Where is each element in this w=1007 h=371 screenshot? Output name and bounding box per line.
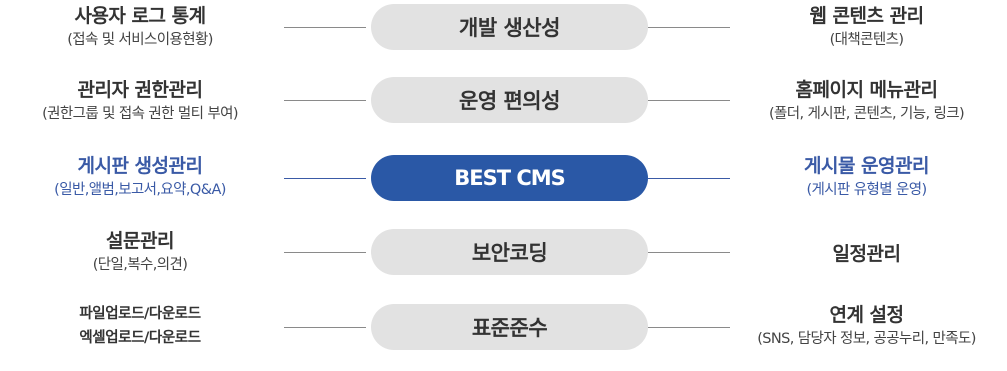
right-feature-subtitle: (게시판 유형별 운영) bbox=[806, 182, 927, 198]
feature-row-1: 사용자 로그 통계 (접속 및 서비스이용현황) 개발 생산성 웹 콘텐츠 관리… bbox=[0, 0, 1007, 72]
right-feature-title: 게시물 운영관리 bbox=[804, 155, 929, 177]
right-feature-title: 연계 설정 bbox=[829, 304, 904, 326]
right-feature-4: 일정관리 bbox=[726, 241, 1007, 267]
right-feature-title: 일정관리 bbox=[832, 243, 901, 265]
left-feature-line: 엑셀업로드/다운로드 bbox=[79, 330, 201, 346]
center-pill-label: BEST CMS bbox=[454, 166, 566, 190]
right-connector-line bbox=[648, 252, 730, 253]
left-connector-line bbox=[284, 252, 366, 253]
left-feature-4: 설문관리 (단일,복수,의견) bbox=[0, 228, 280, 276]
left-feature-5: 파일업로드/다운로드 엑셀업로드/다운로드 bbox=[0, 302, 280, 350]
left-feature-title: 관리자 권한관리 bbox=[77, 79, 203, 101]
feature-row-5: 파일업로드/다운로드 엑셀업로드/다운로드 표준준수 연계 설정 (SNS, 담… bbox=[0, 299, 1007, 371]
left-feature-subtitle: (일반,앨범,보고서,요약,Q&A) bbox=[54, 182, 226, 198]
left-feature-subtitle: (권한그룹 및 접속 권한 멀티 부여) bbox=[42, 106, 238, 122]
right-feature-subtitle: (SNS, 담당자 정보, 공공누리, 만족도) bbox=[757, 331, 976, 347]
right-feature-2: 홈페이지 메뉴관리 (폴더, 게시판, 콘텐츠, 기능, 링크) bbox=[726, 77, 1007, 125]
right-connector-line bbox=[648, 100, 730, 101]
right-connector-line bbox=[648, 327, 730, 328]
left-feature-title: 사용자 로그 통계 bbox=[74, 5, 206, 27]
cms-feature-diagram: 사용자 로그 통계 (접속 및 서비스이용현황) 개발 생산성 웹 콘텐츠 관리… bbox=[0, 0, 1007, 360]
center-pill-best-cms: BEST CMS bbox=[371, 155, 648, 201]
right-feature-title: 홈페이지 메뉴관리 bbox=[795, 79, 938, 101]
left-feature-title: 게시판 생성관리 bbox=[77, 155, 203, 177]
feature-row-4: 설문관리 (단일,복수,의견) 보안코딩 일정관리 bbox=[0, 225, 1007, 297]
left-connector-line bbox=[284, 100, 366, 101]
right-connector-line bbox=[648, 178, 730, 179]
right-feature-title: 웹 콘텐츠 관리 bbox=[809, 5, 924, 27]
left-feature-1: 사용자 로그 통계 (접속 및 서비스이용현황) bbox=[0, 3, 280, 51]
right-feature-1: 웹 콘텐츠 관리 (대책콘텐츠) bbox=[726, 3, 1007, 51]
center-pill-4: 보안코딩 bbox=[371, 229, 648, 275]
center-pill-label: 표준준수 bbox=[471, 316, 548, 340]
right-feature-3: 게시물 운영관리 (게시판 유형별 운영) bbox=[726, 153, 1007, 201]
center-pill-label: 보안코딩 bbox=[471, 241, 548, 265]
feature-row-2: 관리자 권한관리 (권한그룹 및 접속 권한 멀티 부여) 운영 편의성 홈페이… bbox=[0, 74, 1007, 146]
right-feature-subtitle: (폴더, 게시판, 콘텐츠, 기능, 링크) bbox=[768, 106, 965, 122]
left-connector-line bbox=[284, 178, 366, 179]
left-feature-subtitle: (단일,복수,의견) bbox=[92, 257, 188, 273]
center-pill-label: 개발 생산성 bbox=[459, 16, 560, 40]
right-feature-5: 연계 설정 (SNS, 담당자 정보, 공공누리, 만족도) bbox=[726, 302, 1007, 350]
left-feature-3: 게시판 생성관리 (일반,앨범,보고서,요약,Q&A) bbox=[0, 153, 280, 201]
center-pill-2: 운영 편의성 bbox=[371, 77, 648, 123]
left-connector-line bbox=[284, 327, 366, 328]
right-connector-line bbox=[648, 27, 730, 28]
left-feature-2: 관리자 권한관리 (권한그룹 및 접속 권한 멀티 부여) bbox=[0, 77, 280, 125]
left-feature-line: 파일업로드/다운로드 bbox=[79, 306, 201, 322]
left-feature-subtitle: (접속 및 서비스이용현황) bbox=[67, 32, 213, 48]
left-feature-title: 설문관리 bbox=[106, 230, 174, 252]
center-pill-label: 운영 편의성 bbox=[459, 89, 560, 113]
right-feature-subtitle: (대책콘텐츠) bbox=[829, 32, 904, 48]
left-connector-line bbox=[284, 27, 366, 28]
center-pill-1: 개발 생산성 bbox=[371, 4, 648, 50]
center-pill-5: 표준준수 bbox=[371, 304, 648, 350]
feature-row-3: 게시판 생성관리 (일반,앨범,보고서,요약,Q&A) BEST CMS 게시물… bbox=[0, 150, 1007, 222]
